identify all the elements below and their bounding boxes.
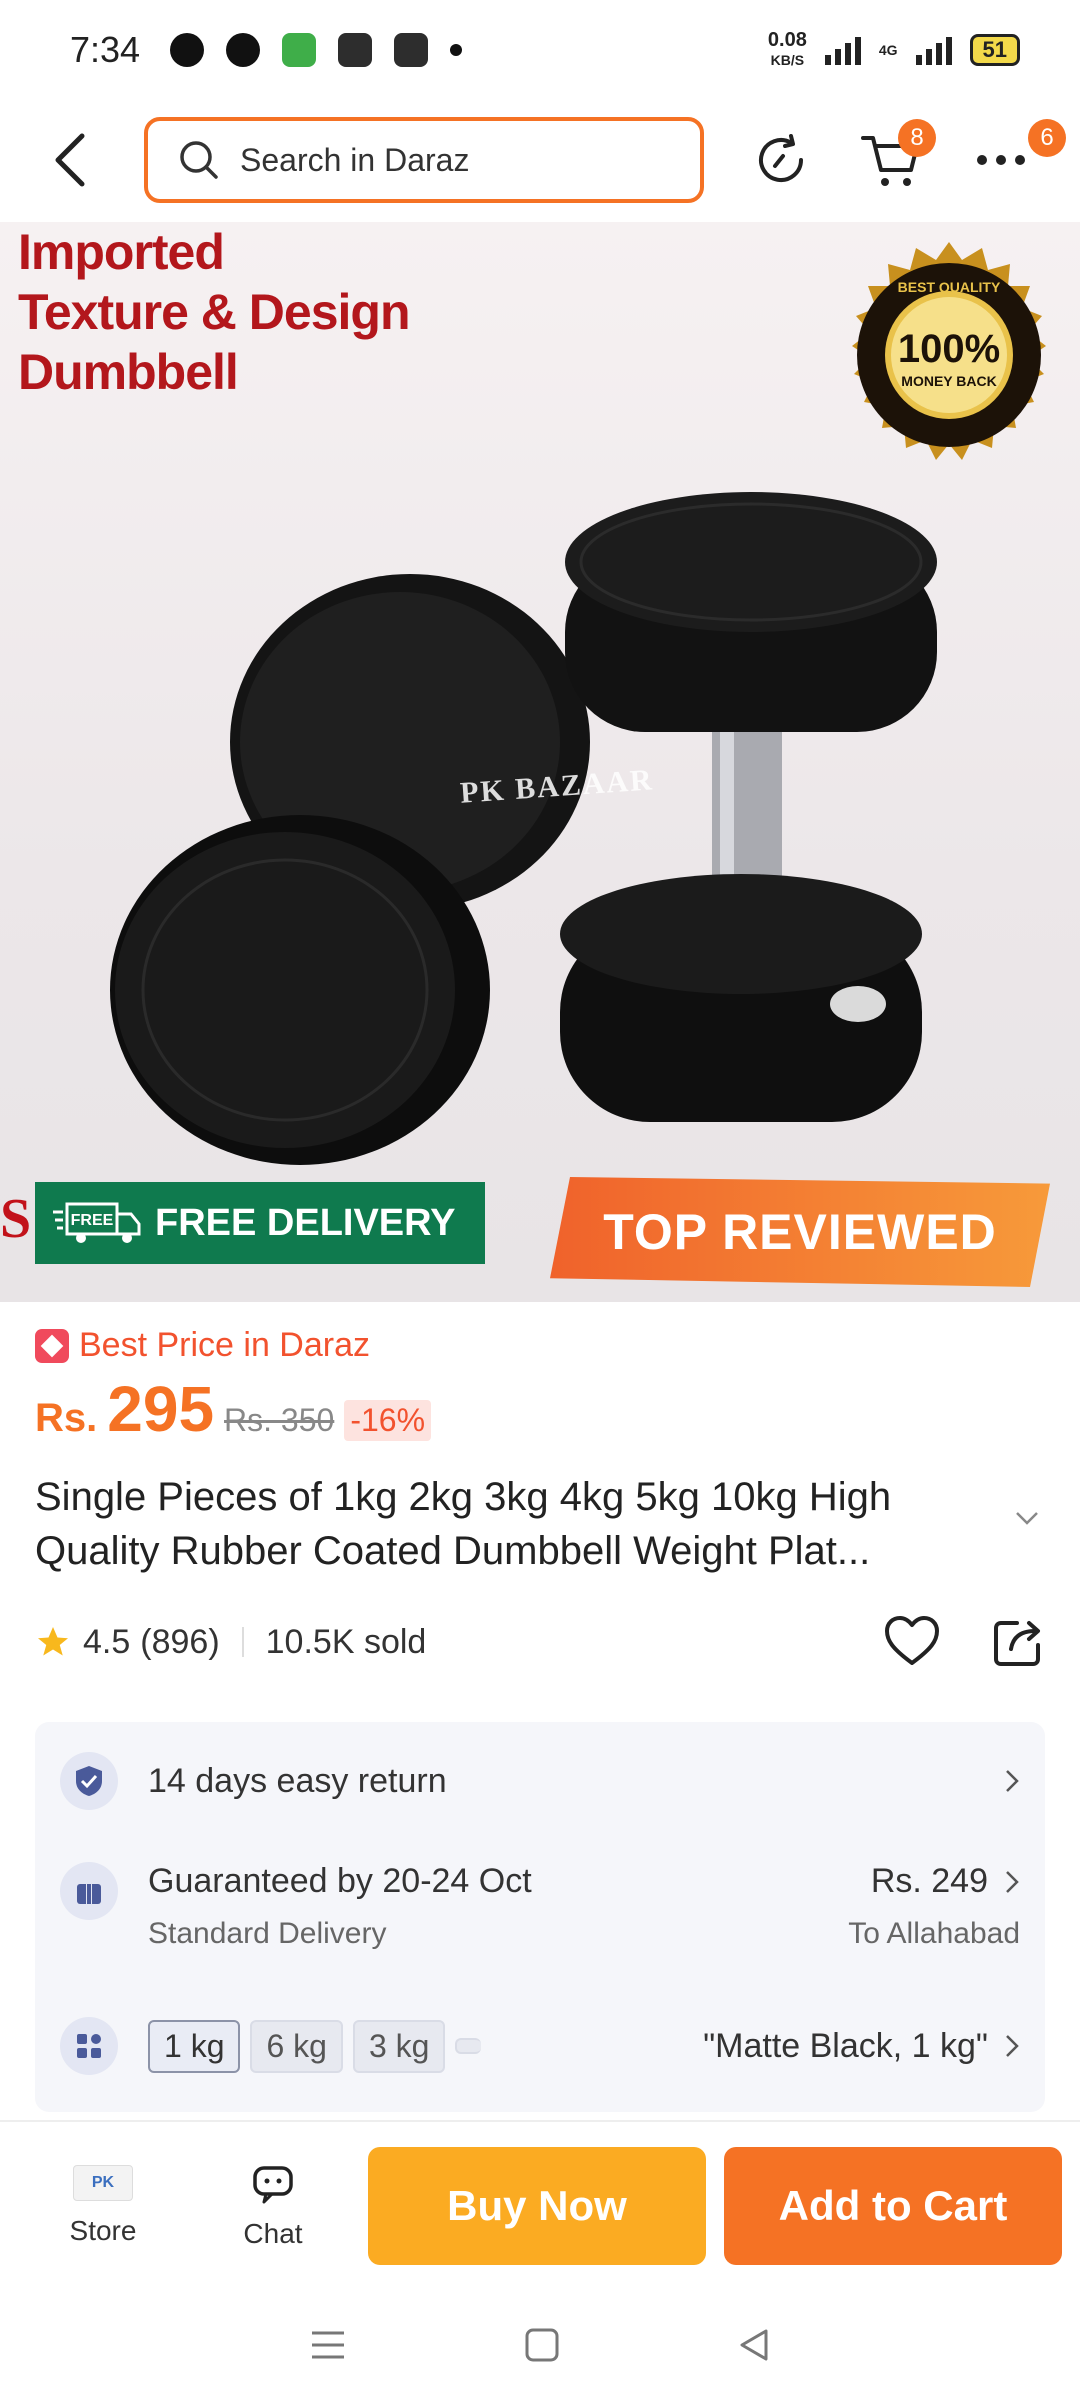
price-currency: Rs. [35,1396,98,1440]
messenger-icon [226,33,261,67]
variant-chip-partial[interactable] [455,2038,482,2054]
menu-icon[interactable] [308,2328,348,2362]
chat-label: Chat [243,2218,303,2249]
chevron-right-icon [1006,2035,1019,2057]
store-logo: PK [73,2165,133,2201]
search-icon [180,141,218,179]
delivery-location: To Allahabad [848,1917,1020,1950]
delivery-type: Standard Delivery [148,1917,387,1950]
store-button[interactable]: PK Store [18,2165,188,2247]
free-delivery-badge: FREE FREE DELIVERY [35,1182,485,1264]
chevron-right-icon [1006,1770,1019,1792]
status-bar: 7:34 0.08 KB/S 4G 51 [0,0,1080,100]
back-button[interactable] [30,120,110,200]
chevron-right-icon [1006,1870,1019,1893]
delivery-details: Rs. 249 To Allahabad [848,1862,1020,1951]
original-price: Rs. 350 [224,1402,335,1438]
more-dots-icon [977,155,1025,165]
network-speed-unit: KB/S [770,52,805,68]
variant-chip[interactable]: 3 kg [352,2019,446,2073]
delivery-title: Guaranteed by 20-24 Oct [148,1862,532,1900]
variant-chip[interactable]: 1 kg [148,2019,241,2073]
system-navigation [0,2290,1080,2400]
top-reviewed-badge: TOP REVIEWED [550,1177,1050,1287]
delivery-row[interactable]: Guaranteed by 20-24 Oct Standard Deliver… [60,1862,1020,1951]
selected-variant-text: "Matte Black, 1 kg" [703,2026,988,2065]
services-card: 14 days easy return Guaranteed by 20-24 … [35,1722,1045,2112]
more-notifications-dot-icon [450,44,463,56]
notification-icons [170,33,463,67]
chevron-down-icon[interactable] [1014,1510,1040,1526]
add-to-cart-button[interactable]: Add to Cart [724,2147,1062,2265]
free-delivery-text: FREE DELIVERY [155,1201,456,1244]
selected-variant: "Matte Black, 1 kg" [703,2027,1020,2066]
package-icon [60,1862,118,1920]
returns-row[interactable]: 14 days easy return [60,1752,1020,1810]
current-price: 295 [107,1373,215,1445]
signal-bars-2-icon [915,35,952,65]
variant-row[interactable]: 1 kg 6 kg 3 kg "Matte Black, 1 kg" [60,2017,1020,2075]
star-icon [38,1627,68,1656]
price-row: Rs. 295 Rs. 350 -16% [35,1372,432,1446]
signal-bars-icon [824,35,861,65]
sold-count: 10.5K sold [265,1622,427,1661]
network-type: 4G [878,42,898,58]
best-price-label: Best Price in Daraz [79,1326,370,1364]
more-button[interactable]: 6 [966,119,1066,195]
red-partial-text-left: S [0,1188,32,1250]
cart-button[interactable]: 8 [856,119,936,195]
home-square-icon[interactable] [524,2327,560,2363]
bottom-action-bar: PK Store Chat Buy Now Add to Cart [0,2120,1080,2290]
cart-count-badge: 8 [898,119,936,157]
top-bar: 8 6 [0,100,1080,220]
dumbbell-illustration [110,492,937,1165]
status-time: 7:34 [70,29,141,70]
variant-chip[interactable]: 6 kg [250,2019,343,2073]
best-price-tag: Best Price in Daraz [35,1326,370,1365]
battery-level: 51 [969,34,1020,66]
chat-icon [253,2166,293,2204]
price-tag-icon [35,1328,69,1363]
rating-value: 4.5 [83,1622,131,1661]
search-box[interactable] [144,117,704,203]
network-speed: 0.08 KB/S [768,30,807,70]
back-triangle-icon[interactable] [736,2327,772,2363]
shield-check-icon [60,1752,118,1810]
share-icon[interactable] [991,1615,1045,1669]
refresh-history-icon [759,134,803,182]
discount-badge: -16% [344,1400,432,1441]
divider [241,1627,244,1657]
product-title[interactable]: Single Pieces of 1kg 2kg 3kg 4kg 5kg 10k… [35,1470,1005,1578]
facebook-icon [170,33,205,67]
truck-free-text: FREE [71,1212,114,1229]
search-input[interactable] [240,141,660,179]
product-image[interactable]: Imported Texture & Design Dumbbell BEST … [0,222,1080,1302]
chat-button[interactable]: Chat [188,2162,358,2250]
network-speed-value: 0.08 [767,29,807,51]
more-count-badge: 6 [1028,119,1066,157]
history-button[interactable] [746,125,816,195]
delivery-price: Rs. 249 [870,1862,988,1900]
shopping-app-icon [282,33,317,67]
rating-row: 4.5 (896) 10.5K sold [35,1615,1045,1669]
app-notification-icon [338,33,373,67]
review-count[interactable]: (896) [140,1623,219,1662]
heart-icon[interactable] [883,1615,941,1667]
back-arrow-icon [55,133,85,187]
returns-text: 14 days easy return [148,1761,447,1800]
store-label: Store [69,2215,137,2246]
delivery-truck-icon: FREE [53,1202,141,1243]
media-notification-icon [394,33,429,67]
buy-now-button[interactable]: Buy Now [368,2147,706,2265]
grid-icon [60,2017,118,2075]
